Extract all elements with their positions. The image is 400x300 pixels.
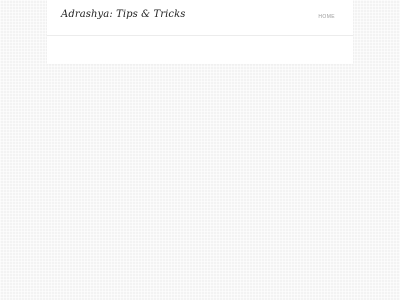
main-content-area bbox=[47, 36, 353, 64]
home-nav-link[interactable]: Home bbox=[318, 14, 335, 20]
site-header: Adrashya: Tips & Tricks Home bbox=[47, 0, 353, 36]
page-container: Adrashya: Tips & Tricks Home bbox=[47, 0, 353, 64]
site-title-link[interactable]: Adrashya: Tips & Tricks bbox=[61, 9, 186, 20]
